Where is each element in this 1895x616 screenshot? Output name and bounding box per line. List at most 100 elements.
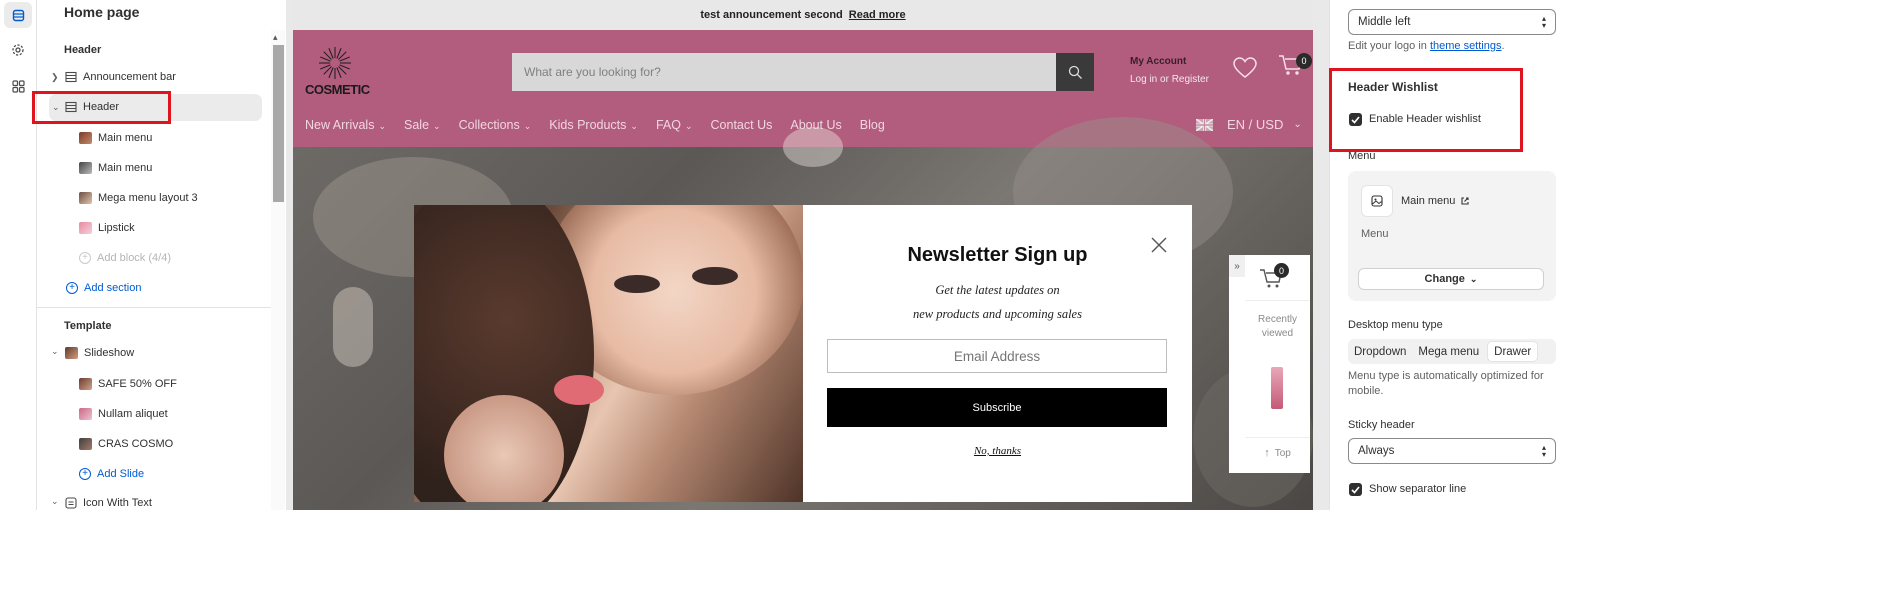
tree-item-slide[interactable]: SAFE 50% OFF: [79, 370, 177, 397]
logo-help-text: Edit your logo in theme settings.: [1348, 39, 1505, 54]
nav-item-label: FAQ: [655, 118, 681, 132]
add-slide-button[interactable]: + Add Slide: [79, 460, 144, 487]
external-link-icon[interactable]: [1460, 196, 1470, 206]
search-icon: [1068, 65, 1082, 79]
recently-viewed-label: Recently viewed: [1245, 313, 1310, 341]
nav-item[interactable]: FAQ ⌄: [656, 118, 693, 132]
preview-frame: test announcement second Read more COSME…: [286, 0, 1329, 510]
nav-item[interactable]: Contact Us: [711, 118, 773, 132]
cart-icon[interactable]: 0: [1259, 263, 1289, 294]
account-title: My Account: [1130, 56, 1187, 67]
menu-type-option[interactable]: Drawer: [1487, 341, 1539, 362]
plus-circle-icon: +: [79, 251, 91, 264]
change-menu-button[interactable]: Change ⌄: [1358, 268, 1544, 290]
tree-item-label: Main menu: [98, 131, 153, 144]
template-group-heading: Template: [64, 320, 112, 332]
menu-type-option[interactable]: Mega menu: [1412, 341, 1485, 362]
nav-item[interactable]: Sale ⌄: [404, 118, 441, 132]
sticky-header-label: Sticky header: [1348, 419, 1415, 431]
tree-item-label: Mega menu layout 3: [98, 191, 198, 204]
chevron-down-icon: ⌄: [433, 121, 441, 131]
nav-item[interactable]: Blog: [860, 118, 885, 132]
sun-logo-icon: [319, 47, 351, 79]
checkmark-icon: [1351, 485, 1360, 494]
theme-editor: Home page Header ❯ Announcement bar ⌄ He…: [0, 0, 1568, 510]
separator-checkbox[interactable]: [1349, 483, 1362, 496]
search-input[interactable]: What are you looking for?: [512, 53, 1057, 91]
chevron-down-icon: ⌄: [1469, 273, 1478, 284]
nav-item[interactable]: New Arrivals ⌄: [305, 118, 386, 132]
tree-item-slide[interactable]: CRAS COSMO: [79, 430, 173, 457]
language-currency-selector[interactable]: EN / USD ⌄: [1196, 117, 1302, 132]
plus-circle-icon: +: [79, 467, 91, 480]
recently-viewed-product-thumbnail[interactable]: [1271, 367, 1283, 409]
newsletter-image: [414, 205, 803, 502]
block-thumbnail: [79, 221, 92, 234]
select-arrows-icon: ▴ ▾: [1541, 14, 1546, 30]
newsletter-content: Newsletter Sign up Get the latest update…: [803, 205, 1192, 502]
tree-item-label: Nullam aliquet: [98, 407, 168, 420]
scrollbar-thumb[interactable]: [273, 45, 284, 202]
add-block-button[interactable]: + Add block (4/4): [79, 244, 171, 271]
theme-settings-link[interactable]: theme settings: [1430, 40, 1502, 52]
add-section-button[interactable]: + Add section: [66, 274, 141, 301]
nav-item-label: Blog: [859, 118, 885, 132]
divider: [37, 307, 272, 308]
announcement-link[interactable]: Read more: [849, 9, 906, 21]
apps-icon[interactable]: [4, 73, 32, 99]
recently-label: Recently: [1258, 314, 1297, 325]
cart-count-badge: 0: [1296, 53, 1312, 69]
section-thumbnail: [65, 347, 78, 359]
help-suffix: .: [1501, 40, 1505, 52]
no-thanks-link[interactable]: No, thanks: [803, 445, 1192, 457]
tree-item-label: SAFE 50% OFF: [98, 377, 177, 390]
tree-item-lipstick[interactable]: Lipstick: [79, 214, 135, 241]
nav-item[interactable]: Kids Products ⌄: [549, 118, 638, 132]
back-to-top-button[interactable]: ↑ Top: [1245, 447, 1310, 459]
settings-gear-icon[interactable]: [4, 37, 32, 63]
email-field[interactable]: [827, 339, 1167, 373]
store-logo[interactable]: COSMETIC: [305, 46, 370, 98]
menu-type-option[interactable]: Dropdown: [1348, 341, 1412, 362]
sticky-header-select[interactable]: Always ▴ ▾: [1348, 438, 1556, 464]
menu-name: Main menu: [1401, 195, 1456, 207]
currency-label: EN / USD: [1227, 117, 1284, 132]
chevron-down-icon[interactable]: ⌄: [51, 346, 59, 357]
wishlist-heart-icon[interactable]: [1233, 57, 1257, 84]
select-value: Always: [1358, 445, 1395, 457]
uk-flag-icon: [1196, 118, 1213, 131]
subscribe-button[interactable]: Subscribe: [827, 388, 1167, 427]
scroll-up-icon[interactable]: ▴: [273, 32, 278, 43]
highlight-box: [32, 91, 171, 124]
block-thumbnail: [79, 131, 92, 144]
tree-item-label: Main menu: [98, 161, 153, 174]
tree-item-main-menu[interactable]: Main menu: [79, 154, 152, 181]
cart-icon[interactable]: 0: [1278, 53, 1312, 82]
storefront-page: test announcement second Read more COSME…: [293, 0, 1313, 510]
tree-item-main-menu[interactable]: Main menu: [79, 124, 152, 151]
chevron-down-icon[interactable]: ⌄: [51, 496, 59, 507]
chevron-down-icon: ⌄: [630, 121, 638, 131]
tree-item-label: CRAS COSMO: [98, 437, 174, 450]
announcement-text: test announcement second: [700, 9, 843, 21]
tree-item-mega-menu[interactable]: Mega menu layout 3: [79, 184, 198, 211]
nav-item[interactable]: Collections ⌄: [459, 118, 532, 132]
newsletter-title: Newsletter Sign up: [907, 244, 1088, 266]
sections-icon[interactable]: [4, 2, 32, 28]
menu-name-link[interactable]: Main menu: [1401, 195, 1470, 207]
divider: [1245, 300, 1310, 301]
logo-position-select[interactable]: Middle left ▴ ▾: [1348, 9, 1556, 35]
account-links[interactable]: Log in or Register: [1130, 71, 1209, 89]
menu-type-segmented-control: Dropdown Mega menu Drawer: [1348, 339, 1556, 364]
tree-item-label: Icon With Text: [83, 497, 152, 509]
back-to-top-label: Top: [1274, 448, 1291, 459]
account-block[interactable]: My Account Log in or Register: [1130, 53, 1209, 89]
collapse-arrow-icon[interactable]: »: [1229, 255, 1245, 277]
separator-checkbox-label: Show separator line: [1369, 483, 1467, 495]
announcement-bar: test announcement second Read more: [293, 0, 1313, 30]
page-title: Home page: [64, 4, 140, 20]
search-button[interactable]: [1056, 53, 1094, 91]
menu-picker: Main menu Menu Change ⌄: [1348, 171, 1556, 301]
chevron-right-icon[interactable]: ❯: [51, 72, 59, 83]
tree-item-slide[interactable]: Nullam aliquet: [79, 400, 168, 427]
